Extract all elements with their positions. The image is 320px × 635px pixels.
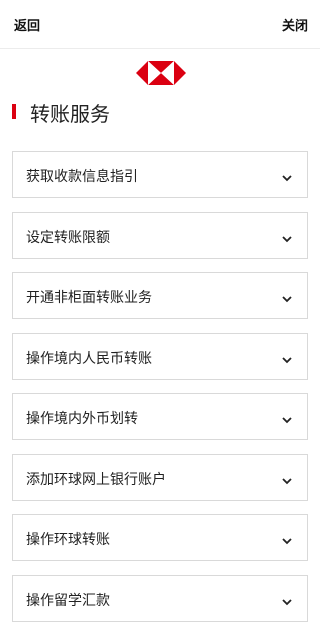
title-accent-bar [12,104,16,119]
chevron-down-icon [281,593,293,605]
menu-item-enable-non-counter-transfer[interactable]: 开通非柜面转账业务 [12,272,308,319]
menu-item-label: 获取收款信息指引 [26,169,138,185]
back-button[interactable]: 返回 [14,15,40,34]
menu-item-label: 操作环球转账 [26,532,110,548]
menu-item-receiving-info-guide[interactable]: 获取收款信息指引 [12,151,308,198]
chevron-down-icon [281,169,293,182]
menu-item-label: 添加环球网上银行账户 [26,471,166,488]
menu-item-domestic-foreign-currency-transfer[interactable]: 操作境内外币划转 [12,393,308,440]
menu-item-add-global-account[interactable]: 添加环球网上银行账户 [12,453,308,501]
chevron-down-icon [281,290,293,303]
chevron-down-icon [281,230,293,242]
menu-item-study-abroad-remittance[interactable]: 操作留学汇款 [12,574,308,622]
menu-item-label: 操作留学汇款 [26,592,110,609]
chevron-down-icon [281,411,293,424]
chevron-down-icon [281,351,293,363]
chevron-down-icon [281,532,293,545]
menu-item-label: 操作境内外币划转 [26,411,138,427]
menu-item-label: 开通非柜面转账业务 [26,290,152,306]
close-button[interactable]: 关闭 [282,15,308,34]
menu-item-label: 设定转账限额 [26,229,110,246]
menu-item-domestic-rmb-transfer[interactable]: 操作境内人民币转账 [12,332,308,380]
chevron-down-icon [281,472,293,484]
menu-item-set-transfer-limit[interactable]: 设定转账限额 [12,211,308,259]
top-bar: 返回 关闭 [0,0,320,49]
transfer-service-menu: 获取收款信息指引 设定转账限额 开通非柜面转账业务 操作境内人民币转账 操作境内… [12,151,308,635]
menu-item-global-transfer[interactable]: 操作环球转账 [12,514,308,561]
menu-item-label: 操作境内人民币转账 [26,350,152,367]
page-title: 转账服务 [30,102,110,126]
hsbc-logo-icon [136,59,186,87]
